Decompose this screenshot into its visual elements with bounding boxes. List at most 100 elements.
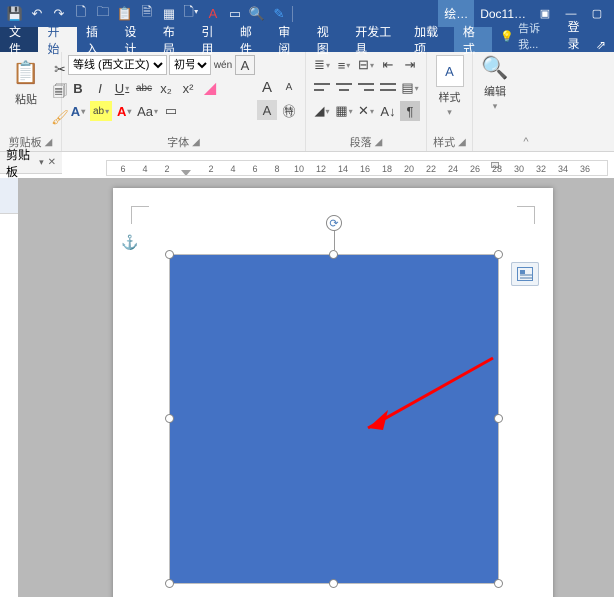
font-size-select[interactable]: 初号	[169, 55, 211, 75]
share-icon[interactable]: ⇗	[596, 38, 614, 52]
tab-view[interactable]: 视图	[308, 27, 346, 52]
undo-icon[interactable]: ↶	[26, 3, 48, 25]
highlight-icon[interactable]: ✎	[268, 3, 290, 25]
font-color-button[interactable]: A	[114, 101, 134, 121]
align-center-button[interactable]	[334, 78, 354, 98]
paste-icon: 📋	[10, 57, 42, 89]
tab-developer[interactable]: 开发工具	[346, 27, 405, 52]
shrink-font-button[interactable]: A	[279, 77, 299, 97]
clipboard-launcher[interactable]: ◢	[45, 137, 53, 148]
document-canvas[interactable]: ⚓ ⟳	[18, 178, 614, 597]
shape-icon[interactable]: ▭	[224, 3, 246, 25]
margin-corner-tr	[517, 206, 535, 224]
distributed-button[interactable]: ▤	[400, 78, 420, 98]
align-right-button[interactable]	[356, 78, 376, 98]
numbering-button[interactable]: ≡	[334, 55, 354, 75]
font-name-select[interactable]: 等线 (西文正文)	[68, 55, 167, 75]
horizontal-ruler[interactable]: 6 4 2 2 4 6 8 10 12 14 16 18 20 22 24 26…	[106, 160, 608, 176]
open-icon[interactable]: 🗀	[92, 3, 114, 25]
rectangle-shape[interactable]	[169, 254, 499, 584]
multilevel-button[interactable]: ⊟	[356, 55, 376, 75]
font-label: 字体	[167, 134, 189, 150]
group-font: 等线 (西文正文) 初号 wén A B I U abc x₂ x² ◢ A a…	[62, 52, 306, 151]
italic-button[interactable]: I	[90, 78, 110, 98]
paragraph-launcher[interactable]: ◢	[375, 137, 383, 148]
text-effects-button[interactable]: A	[68, 101, 88, 121]
strikethrough-button[interactable]: abc	[134, 78, 154, 98]
qat-separator	[292, 6, 293, 22]
subscript-button[interactable]: x₂	[156, 78, 176, 98]
change-case-button[interactable]: Aa	[136, 101, 159, 121]
tab-insert[interactable]: 插入	[77, 27, 115, 52]
tab-layout[interactable]: 布局	[154, 27, 192, 52]
group-paragraph: ≣ ≡ ⊟ ⇤ ⇥ ▤ ◢ ▦ ✕ A↓	[306, 52, 427, 151]
borders-button[interactable]: ▦	[334, 101, 354, 121]
new-icon[interactable]: 🗋	[70, 3, 92, 25]
tab-format[interactable]: 格式	[454, 27, 492, 52]
char-border-button[interactable]: A	[235, 55, 255, 75]
ribbon-tabs: 文件 开始 插入 设计 布局 引用 邮件 审阅 视图 开发工具 加载项 格式 💡…	[0, 27, 614, 52]
sort-button[interactable]: A↓	[378, 101, 398, 121]
show-marks-button[interactable]: ¶	[400, 101, 420, 121]
superscript-button[interactable]: x²	[178, 78, 198, 98]
font-launcher[interactable]: ◢	[192, 137, 200, 148]
group-styles: A 样式 ▾ 样式◢	[427, 52, 473, 151]
quickparts-icon[interactable]: 🗋▾	[180, 3, 202, 25]
tab-references[interactable]: 引用	[192, 27, 230, 52]
document-title: Doc11…	[474, 7, 532, 21]
grow-font-button[interactable]: A	[257, 77, 277, 97]
underline-button[interactable]: U	[112, 78, 132, 98]
bold-button[interactable]: B	[68, 78, 88, 98]
first-line-indent-marker[interactable]	[181, 170, 191, 176]
char-shading-button[interactable]: A	[257, 100, 277, 120]
pane-close-icon[interactable]: ✕	[48, 157, 56, 168]
ruler-wrap: 6 4 2 2 4 6 8 10 12 14 16 18 20 22 24 26…	[106, 160, 608, 178]
tab-design[interactable]: 设计	[115, 27, 153, 52]
style-sample-icon: A	[436, 55, 464, 87]
tab-review[interactable]: 审阅	[269, 27, 307, 52]
align-left-button[interactable]	[312, 78, 332, 98]
export-icon[interactable]: 🗎	[136, 3, 158, 25]
copyformat-icon[interactable]: 📋	[114, 3, 136, 25]
highlight-button[interactable]: ab	[90, 101, 112, 121]
dec-indent-button[interactable]: ⇤	[378, 55, 398, 75]
inc-indent-button[interactable]: ⇥	[400, 55, 420, 75]
find-icon[interactable]: 🔍	[246, 3, 268, 25]
char-spacing-button[interactable]: ▭	[161, 101, 181, 121]
pane-dropdown-icon[interactable]: ▾	[39, 157, 44, 168]
bullets-button[interactable]: ≣	[312, 55, 332, 75]
phonetic-guide-button[interactable]: wén	[213, 55, 233, 75]
tell-me[interactable]: 💡告诉我...	[492, 20, 559, 52]
rotation-stem	[334, 223, 335, 250]
clipboard-pane-label: 剪贴板	[6, 146, 39, 180]
page[interactable]: ⚓ ⟳	[113, 188, 553, 597]
anchor-icon[interactable]: ⚓	[121, 234, 138, 251]
styles-label: 样式	[433, 134, 455, 150]
redo-icon[interactable]: ↷	[48, 3, 70, 25]
inserttable-icon[interactable]: ▦	[158, 3, 180, 25]
styles-launcher[interactable]: ◢	[458, 137, 466, 148]
styles-button[interactable]: A 样式 ▾	[436, 55, 464, 118]
justify-button[interactable]	[378, 78, 398, 98]
sign-in[interactable]: 登录	[559, 18, 595, 52]
layout-options-button[interactable]	[511, 262, 539, 286]
line-spacing-button[interactable]: ✕	[356, 101, 376, 121]
encircle-button[interactable]: ㊕	[279, 100, 299, 120]
rotation-handle[interactable]: ⟳	[326, 215, 342, 231]
shading-button[interactable]: ◢	[312, 101, 332, 121]
margin-corner-tl	[131, 206, 149, 224]
editing-button[interactable]: 🔍 编辑 ▾	[481, 55, 508, 112]
paste-button[interactable]: 📋 粘贴	[6, 55, 46, 109]
tab-mailings[interactable]: 邮件	[231, 27, 269, 52]
tab-home[interactable]: 开始	[38, 27, 76, 52]
save-icon[interactable]: 💾	[4, 3, 26, 25]
ribbon: 📋 粘贴 ✂ 🗐 🖌 剪贴板◢ 等线 (西文正文) 初号 wén A B	[0, 52, 614, 152]
clear-format-button[interactable]: ◢	[200, 78, 220, 98]
collapse-ribbon-button[interactable]: ^	[517, 52, 535, 151]
fontcolor-icon[interactable]: A	[202, 3, 224, 25]
readmode-button[interactable]: ▣	[532, 7, 558, 20]
tab-file[interactable]: 文件	[0, 27, 38, 52]
bulb-icon: 💡	[500, 30, 514, 43]
tab-addins[interactable]: 加载项	[405, 27, 454, 52]
group-editing: 🔍 编辑 ▾	[473, 52, 517, 151]
